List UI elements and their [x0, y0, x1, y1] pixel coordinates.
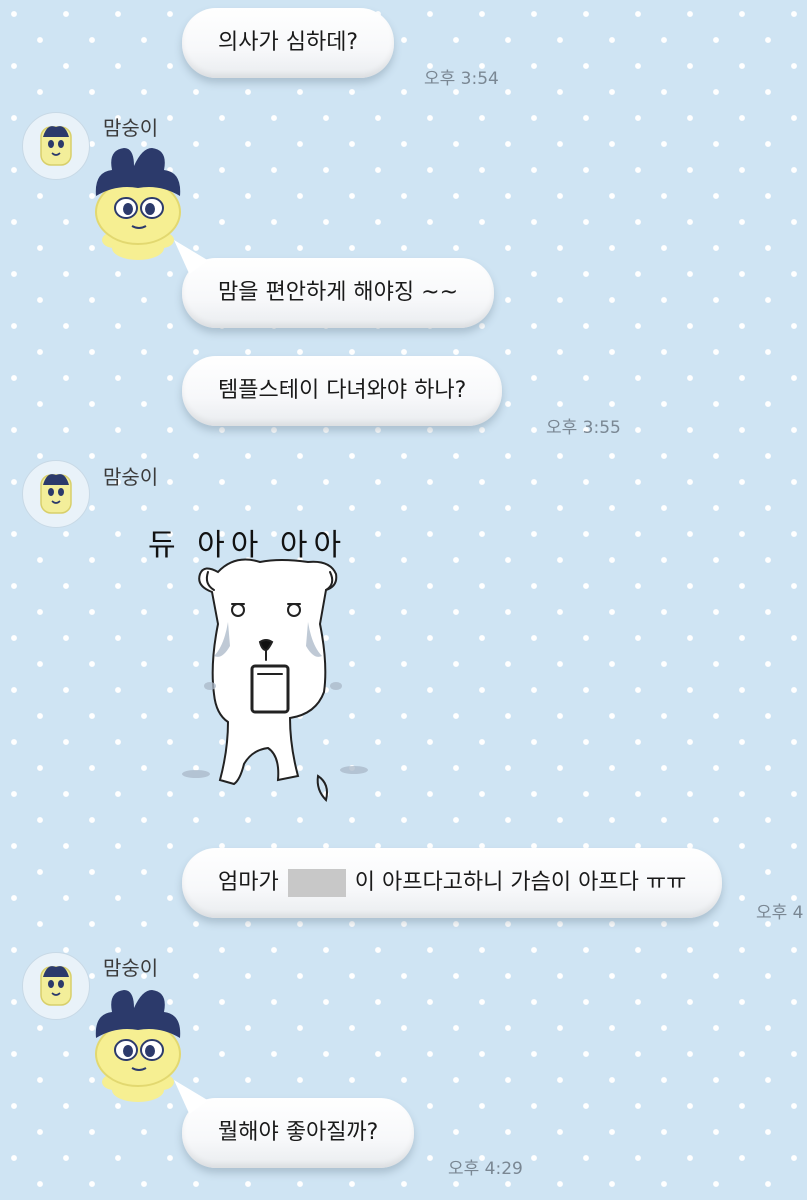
mascot-sticker-icon [88, 144, 188, 264]
incoming-message-bubble[interactable]: 뭘해야 좋아질까? [182, 1098, 415, 1168]
sender-avatar[interactable] [22, 952, 90, 1020]
incoming-message-bubble[interactable]: 템플스테이 다녀와야 하나? [182, 356, 503, 426]
message-timestamp: 오후 3:54 [424, 69, 499, 89]
mascot-avatar-icon [40, 966, 72, 1006]
mascot-avatar-icon [40, 126, 72, 166]
incoming-message-bubble[interactable]: 맘을 편안하게 해야징 ~~ [182, 258, 495, 328]
message-text: 맘을 편안하게 해야징 ~~ [218, 280, 459, 305]
sender-avatar[interactable] [22, 112, 90, 180]
chat-area[interactable]: 의사가 심하데? 오후 3:54 맘숭이 맘을 편안하게 해야징 ~~ 템플스테… [0, 0, 807, 1200]
message-timestamp: 오후 4 [756, 903, 804, 923]
message-text-before: 엄마가 [218, 870, 279, 895]
mascot-avatar-icon [40, 474, 72, 514]
message-text-after: 이 아프다고하니 가슴이 아프다 ㅠㅠ [354, 870, 687, 895]
message-text: 의사가 심하데? [218, 30, 359, 55]
message-text: 템플스테이 다녀와야 하나? [218, 378, 467, 403]
outgoing-message-bubble[interactable]: 의사가 심하데? [182, 8, 395, 78]
message-timestamp: 오후 4:29 [448, 1159, 523, 1179]
mascot-sticker-icon [88, 986, 188, 1106]
crying-dog-sticker[interactable]: 듀 아아 아아 [140, 514, 410, 814]
redacted-name [287, 869, 346, 897]
sender-name: 맘숭이 [103, 116, 159, 140]
sender-name: 맘숭이 [103, 956, 159, 980]
message-text: 뭘해야 좋아질까? [218, 1120, 379, 1145]
message-timestamp: 오후 3:55 [546, 418, 621, 438]
outgoing-message-bubble[interactable]: 엄마가 이 아프다고하니 가슴이 아프다 ㅠㅠ [182, 848, 723, 918]
sender-name: 맘숭이 [103, 465, 159, 489]
sender-avatar[interactable] [22, 460, 90, 528]
